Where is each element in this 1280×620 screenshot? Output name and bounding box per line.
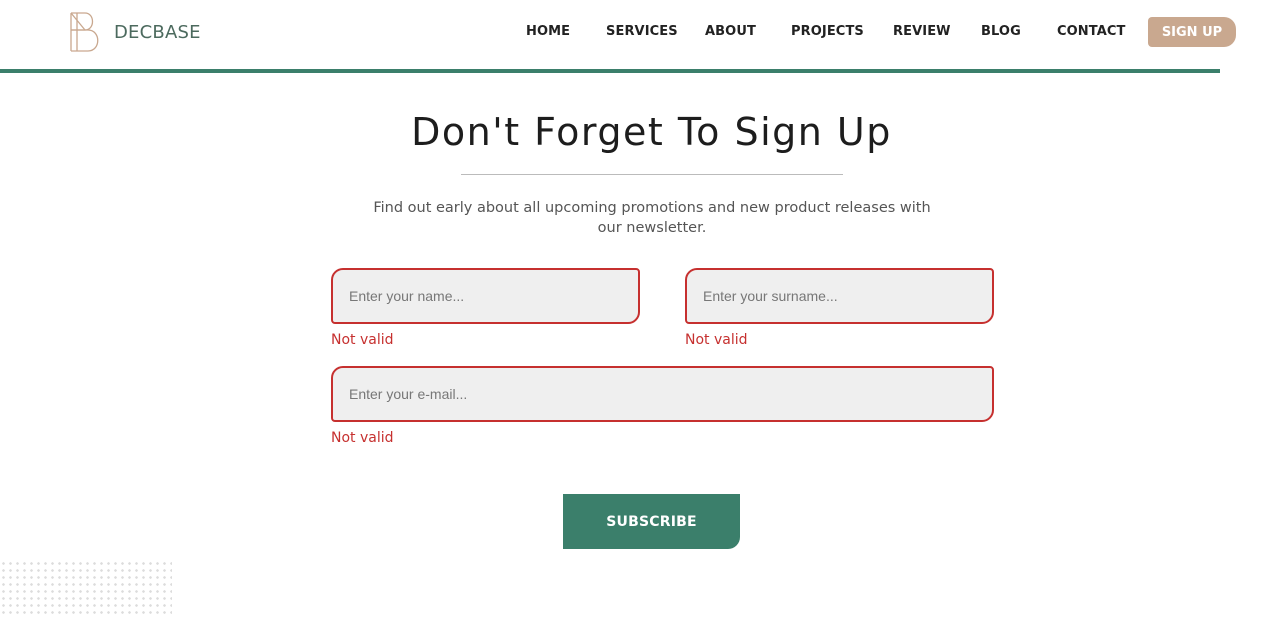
header-sign-up-button[interactable]: SIGN UP [1148, 17, 1236, 47]
newsletter-description: Find out early about all upcoming promot… [373, 200, 931, 236]
site-header: DECBASE HOME SERVICES ABOUT PROJECTS REV… [0, 0, 1280, 73]
email-field [331, 366, 994, 422]
title-underline [461, 174, 843, 175]
email-input[interactable] [333, 368, 992, 420]
nav-item-review[interactable]: REVIEW [893, 24, 951, 39]
nav-item-contact[interactable]: CONTACT [1057, 24, 1126, 39]
surname-field [685, 268, 994, 324]
name-error: Not valid [331, 332, 394, 348]
name-input[interactable] [333, 270, 638, 322]
nav-item-projects[interactable]: PROJECTS [791, 24, 864, 39]
surname-error: Not valid [685, 332, 748, 348]
email-error: Not valid [331, 430, 394, 446]
nav-item-about[interactable]: ABOUT [705, 24, 756, 39]
name-field [331, 268, 640, 324]
decorative-dot-pattern [0, 560, 172, 618]
nav-item-blog[interactable]: BLOG [981, 24, 1021, 39]
page-title: Don't Forget To Sign Up [411, 110, 892, 154]
surname-input[interactable] [687, 270, 992, 322]
nav-item-services[interactable]: SERVICES [606, 24, 678, 39]
main-nav: HOME SERVICES ABOUT PROJECTS REVIEW BLOG… [0, 24, 1280, 44]
subscribe-button[interactable]: SUBSCRIBE [563, 494, 740, 549]
header-divider [0, 69, 1220, 73]
nav-item-home[interactable]: HOME [526, 24, 570, 39]
